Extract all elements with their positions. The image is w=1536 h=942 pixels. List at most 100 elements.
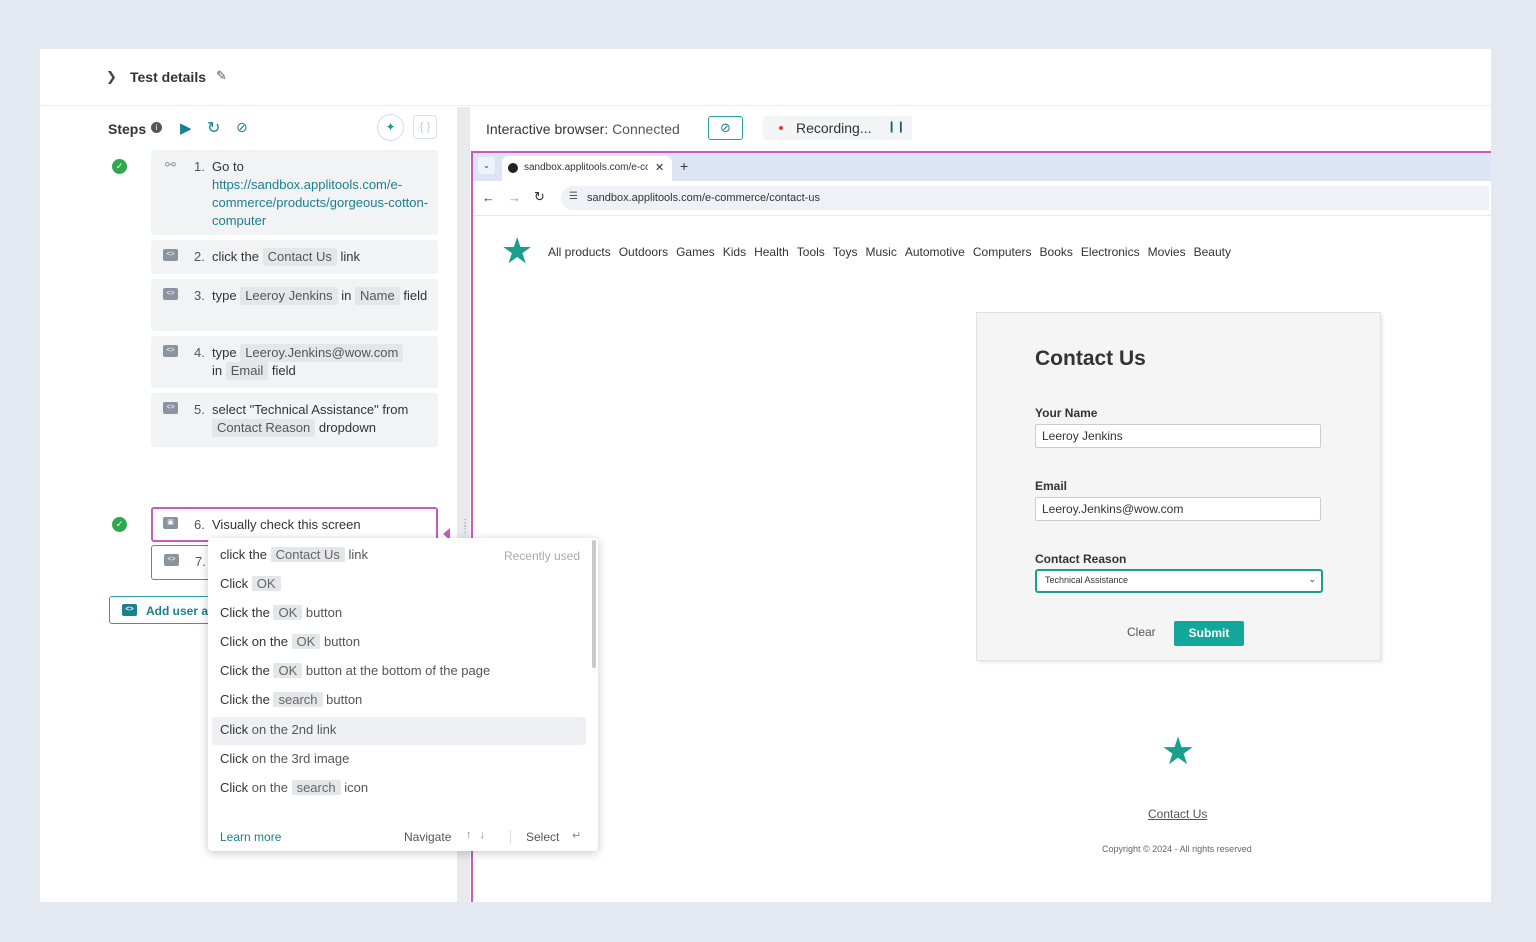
site-settings-icon[interactable]: ☰ (569, 191, 578, 202)
contact-reason-label: Contact Reason (1035, 552, 1127, 566)
step-type-email[interactable]: <> 4. type Leeroy.Jenkins@wow.com in Ema… (151, 336, 438, 388)
footer-contact-link[interactable]: Contact Us (1148, 807, 1207, 821)
contact-form-card: Contact Us Your Name Leeroy Jenkins Emai… (976, 312, 1381, 661)
footer-divider (510, 830, 511, 844)
name-input[interactable]: Leeroy Jenkins (1035, 424, 1321, 448)
play-icon[interactable]: ▶ (180, 119, 192, 137)
code-icon: <> (122, 604, 137, 616)
steps-label: Steps (108, 121, 147, 137)
step-select-reason[interactable]: <> 5. select "Technical Assistance" from… (151, 393, 438, 447)
step-go-to[interactable]: ⚯ 1. Go to https://sandbox.applitools.co… (151, 150, 438, 235)
reload-icon[interactable]: ↻ (534, 189, 545, 205)
step-text: type Leeroy.Jenkins@wow.com in Email fie… (212, 344, 430, 380)
image-step-icon: ▣ (163, 517, 178, 529)
step-number: 1. (194, 159, 205, 174)
url-input[interactable]: ☰ sandbox.applitools.com/e-commerce/cont… (561, 186, 1489, 210)
step-number: 7. (195, 554, 206, 569)
suggestion-item[interactable]: Click the search button (212, 687, 586, 715)
dropdown-scrollbar[interactable] (592, 540, 596, 668)
back-arrow-icon[interactable]: ← (482, 190, 495, 205)
clear-button[interactable]: Clear (1127, 625, 1156, 639)
suggestion-item[interactable]: Click on the search icon (212, 775, 586, 803)
browser-tab[interactable]: sandbox.applitools.com/e-commerce/contac… (502, 156, 672, 181)
nav-games[interactable]: Games (676, 245, 715, 259)
code-step-icon: <> (163, 249, 178, 261)
close-tab-icon[interactable]: ✕ (655, 161, 664, 174)
category-menu: All products Outdoors Games Kids Health Tools… (548, 245, 1239, 259)
disable-hand-icon[interactable]: ⊘ (236, 119, 248, 136)
site-navigation: ★ All products Outdoors Games Kids Health Too… (473, 216, 1491, 286)
nav-all-products[interactable]: All products (548, 245, 611, 259)
disable-interaction-button[interactable]: ⊘ (708, 116, 743, 140)
email-input[interactable]: Leeroy.Jenkins@wow.com (1035, 497, 1321, 521)
suggestion-item-highlighted[interactable]: Click on the 2nd link (212, 717, 586, 745)
embedded-browser: ⌄ sandbox.applitools.com/e-commerce/cont… (471, 151, 1491, 902)
nav-kids[interactable]: Kids (723, 245, 746, 259)
up-down-arrows-icon: ↑↓ (466, 829, 493, 841)
interactive-browser-status: Interactive browser: Connected (486, 121, 680, 137)
code-braces-icon[interactable]: { } (413, 115, 437, 139)
footer-logo-icon: ★ (1161, 731, 1196, 773)
browser-toolbar: Interactive browser: Connected ⊘ Recordi… (470, 107, 1491, 151)
target-chip: Email (225, 362, 269, 380)
nav-electronics[interactable]: Electronics (1081, 245, 1140, 259)
recently-used-label: Recently used (503, 549, 580, 563)
record-dot-icon (779, 126, 783, 130)
nav-movies[interactable]: Movies (1148, 245, 1186, 259)
recording-indicator: Recording... ❙❙ (763, 116, 912, 140)
action-suggestions-dropdown: click the Contact Us link Recently used … (208, 538, 598, 851)
step-type-name[interactable]: <> 3. type Leeroy Jenkins in Name field (151, 279, 438, 331)
nav-books[interactable]: Books (1040, 245, 1073, 259)
link-icon: ⚯ (165, 157, 176, 172)
nav-automotive[interactable]: Automotive (905, 245, 965, 259)
step-passed-check-icon: ✓ (112, 159, 127, 174)
expand-chevron-icon[interactable]: ❯ (106, 69, 117, 85)
navigate-hint: Navigate (404, 830, 452, 844)
suggestion-item[interactable]: Click on the 3rd image (212, 746, 586, 774)
nav-toys[interactable]: Toys (833, 245, 858, 259)
target-chip: Contact Reason (212, 419, 316, 437)
ai-sparkle-icon[interactable]: ✦ (377, 114, 404, 141)
browser-tab-bar: ⌄ sandbox.applitools.com/e-commerce/cont… (473, 153, 1491, 181)
submit-button[interactable]: Submit (1174, 621, 1244, 646)
step-url: https://sandbox.applitools.com/e-commerc… (212, 177, 429, 228)
page-title[interactable]: Test details (130, 69, 206, 85)
nav-tools[interactable]: Tools (797, 245, 825, 259)
step-text: Visually check this screen (212, 517, 361, 532)
learn-more-link[interactable]: Learn more (220, 830, 281, 844)
suggestion-item[interactable]: Click OK (212, 571, 586, 599)
nav-beauty[interactable]: Beauty (1194, 245, 1231, 259)
contact-reason-select[interactable]: Technical Assistance ⌄ (1035, 569, 1323, 593)
step-passed-check-icon: ✓ (112, 517, 127, 532)
pause-icon[interactable]: ❙❙ (887, 120, 905, 133)
code-step-icon: <> (163, 288, 178, 300)
step-text: click the Contact Us link (212, 248, 361, 266)
forward-arrow-icon[interactable]: → (508, 190, 521, 205)
info-icon[interactable]: i (151, 122, 162, 133)
nav-outdoors[interactable]: Outdoors (619, 245, 668, 259)
nav-health[interactable]: Health (754, 245, 789, 259)
tab-list-chevron-icon[interactable]: ⌄ (478, 157, 495, 174)
step-text: Go to https://sandbox.applitools.com/e-c… (212, 159, 429, 228)
nav-music[interactable]: Music (865, 245, 896, 259)
email-label: Email (1035, 479, 1068, 493)
chevron-down-icon: ⌄ (1308, 574, 1316, 584)
suggestion-item[interactable]: Click on the OK button (212, 629, 586, 657)
step-visual-check[interactable]: ▣ 6. Visually check this screen (151, 507, 438, 542)
site-logo-icon[interactable]: ★ (501, 233, 533, 269)
suggestion-item[interactable]: Click the OK button at the bottom of the… (212, 658, 586, 686)
code-step-icon: <> (163, 345, 178, 357)
enter-key-icon: ↵ (572, 830, 582, 842)
steps-toolbar: Steps i ▶ ↻ ⊘ ✦ { } (86, 107, 457, 149)
suggestion-item[interactable]: Click the OK button (212, 600, 586, 628)
edit-pencil-icon[interactable]: ✎ (216, 68, 227, 84)
code-step-icon: <> (164, 554, 179, 566)
app-frame: ❯ Test details ✎ Steps i ▶ ↻ ⊘ ✦ { } ✓ ⚯… (40, 49, 1491, 902)
step-text: select "Technical Assistance" from Conta… (212, 402, 409, 437)
reload-icon[interactable]: ↻ (207, 118, 220, 138)
address-bar: ← → ↻ ☰ sandbox.applitools.com/e-commerc… (473, 181, 1491, 216)
new-tab-icon[interactable]: + (680, 158, 688, 174)
step-click-contact-us[interactable]: <> 2. click the Contact Us link (151, 240, 438, 274)
copyright-text: Copyright © 2024 - All rights reserved (1102, 844, 1252, 854)
nav-computers[interactable]: Computers (973, 245, 1032, 259)
